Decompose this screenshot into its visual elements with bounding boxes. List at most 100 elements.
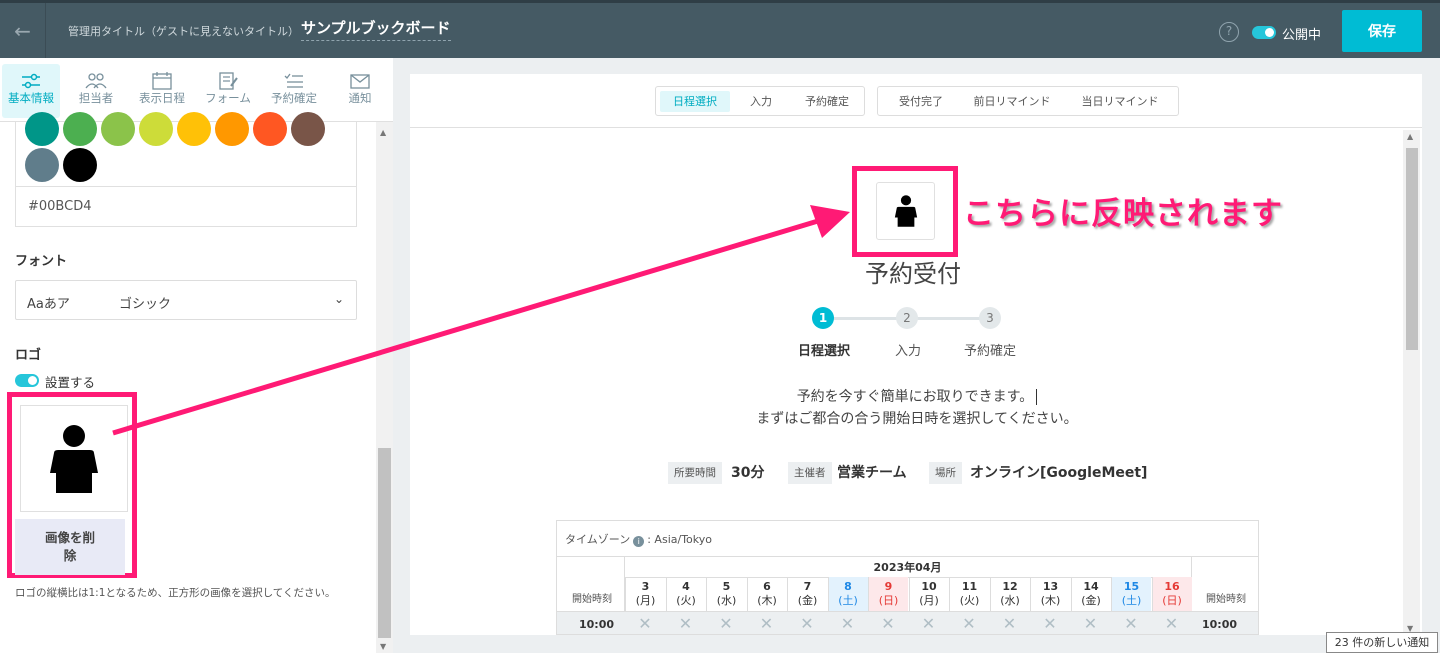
settings-panel: 基本情報 担当者 表示日程 フォーム 予約確定 通知 #00BCD4 フォント … xyxy=(0,58,393,653)
color-swatch[interactable] xyxy=(101,112,135,146)
color-swatch[interactable] xyxy=(25,112,59,146)
info-icon[interactable]: i xyxy=(633,536,645,547)
scroll-thumb[interactable] xyxy=(378,448,391,638)
color-swatch[interactable] xyxy=(291,112,325,146)
scroll-up-icon[interactable]: ▲ xyxy=(380,128,386,137)
color-swatch[interactable] xyxy=(215,112,249,146)
day-weekday: (水) xyxy=(1000,594,1020,607)
sliders-icon xyxy=(22,73,40,89)
preview-tab-input[interactable]: 入力 xyxy=(736,91,786,112)
day-weekday: (水) xyxy=(716,594,737,607)
day-weekday: (月) xyxy=(635,594,656,607)
preview-tab-date[interactable]: 日程選択 xyxy=(660,91,730,112)
day-number: 5 xyxy=(722,580,731,593)
slot-unavailable: ✕ xyxy=(759,614,774,633)
back-button[interactable]: ← xyxy=(0,3,46,58)
day-number: 14 xyxy=(1083,580,1099,593)
color-hex-input[interactable]: #00BCD4 xyxy=(16,186,356,226)
save-button[interactable]: 保存 xyxy=(1342,10,1422,52)
preview-tab-day-before[interactable]: 前日リマインド xyxy=(962,91,1062,112)
calendar-day: 5 (水) xyxy=(706,577,746,611)
calendar-day: 8 (土) xyxy=(827,577,868,611)
calendar-day: 6 (木) xyxy=(746,577,787,611)
message-line-2: まずはご都合の合う開始日時を選択してください。 xyxy=(756,411,1078,427)
slot-unavailable: ✕ xyxy=(881,614,895,633)
tab-form[interactable]: フォーム xyxy=(199,64,257,118)
notification-toast[interactable]: 23 件の新しい通知 xyxy=(1326,632,1438,653)
arrow-left-icon: ← xyxy=(14,18,31,43)
calendar-day: 3 (月) xyxy=(625,577,665,611)
calendar-day: 13 (木) xyxy=(1030,577,1070,611)
calendar-day: 14 (金) xyxy=(1070,577,1111,611)
color-swatch[interactable] xyxy=(253,112,287,146)
scroll-up-icon[interactable]: ▲ xyxy=(1407,132,1413,141)
preview-logo xyxy=(876,182,935,240)
tab-label: フォーム xyxy=(205,91,251,105)
help-icon[interactable]: ? xyxy=(1219,22,1239,42)
logo-toggle[interactable] xyxy=(15,374,39,387)
color-swatch[interactable] xyxy=(139,112,173,146)
delete-label-2: 除 xyxy=(63,548,77,563)
tab-notification[interactable]: 通知 xyxy=(331,64,389,118)
list-check-icon xyxy=(284,73,303,88)
calendar-day: 15 (土) xyxy=(1111,577,1151,611)
form-edit-icon xyxy=(219,72,238,90)
preview-scrollbar[interactable]: ▲ ▼ xyxy=(1403,130,1420,635)
tab-basic-info[interactable]: 基本情報 xyxy=(2,64,60,118)
delete-image-button[interactable]: 画像を削除 xyxy=(15,519,125,575)
publish-toggle[interactable] xyxy=(1252,26,1276,39)
scroll-thumb[interactable] xyxy=(1406,148,1418,350)
day-weekday: (日) xyxy=(1162,594,1182,607)
day-number: 16 xyxy=(1164,580,1180,593)
slot-unavailable: ✕ xyxy=(840,614,855,633)
step-group-booking: 日程選択 入力 予約確定 xyxy=(655,86,865,116)
preview-tab-confirm[interactable]: 予約確定 xyxy=(792,91,862,112)
annotation-text: こちらに反映されます xyxy=(963,196,1283,232)
slot-unavailable: ✕ xyxy=(962,614,976,633)
start-time-header: 開始時刻 xyxy=(572,594,612,605)
publish-label: 公開中 xyxy=(1282,28,1322,43)
step-dot-1: 1 xyxy=(812,307,834,329)
font-select[interactable]: Aaあア ゴシック ⌄ xyxy=(15,280,357,320)
color-swatch[interactable] xyxy=(177,112,211,146)
day-weekday: (土) xyxy=(838,594,858,607)
color-swatch[interactable] xyxy=(63,112,97,146)
preview-logo-highlight xyxy=(852,166,958,257)
scroll-down-icon[interactable]: ▼ xyxy=(380,642,386,651)
organizer-chip: 主催者 xyxy=(788,462,832,484)
app-header: ← 管理用タイトル（ゲストに見えないタイトル） サンプルブックボード ? 公開中… xyxy=(0,0,1440,58)
tab-schedule[interactable]: 表示日程 xyxy=(133,64,191,118)
logo-toggle-label: 設置する xyxy=(45,375,96,390)
booking-preview: 日程選択 入力 予約確定 受付完了 前日リマインド 当日リマインド こちらに反映… xyxy=(410,74,1422,635)
delete-label-1: 画像を削 xyxy=(44,530,95,545)
day-number: 15 xyxy=(1123,580,1140,593)
calendar-month: 2023年04月 xyxy=(873,561,942,574)
day-weekday: (火) xyxy=(959,594,980,607)
calendar-day: 7 (金) xyxy=(787,577,827,611)
day-weekday: (木) xyxy=(1040,594,1061,607)
tab-staff[interactable]: 担当者 xyxy=(67,64,125,118)
tab-confirmation[interactable]: 予約確定 xyxy=(265,64,323,118)
chevron-down-icon: ⌄ xyxy=(333,292,344,306)
time-label: 10:00 xyxy=(579,618,615,631)
mail-icon xyxy=(350,74,370,89)
duration-chip: 所要時間 xyxy=(668,462,722,484)
step-label-3: 予約確定 xyxy=(964,344,1017,359)
preview-tab-accepted[interactable]: 受付完了 xyxy=(886,91,956,112)
day-number: 3 xyxy=(641,580,650,593)
settings-scrollbar[interactable]: ▲ ▼ xyxy=(376,122,393,653)
color-swatch[interactable] xyxy=(63,148,97,182)
preview-tab-same-day[interactable]: 当日リマインド xyxy=(1070,91,1170,112)
day-weekday: (金) xyxy=(797,594,818,607)
location-chip: 場所 xyxy=(929,462,962,484)
day-number: 13 xyxy=(1042,580,1059,593)
people-icon xyxy=(85,73,107,89)
calendar-icon xyxy=(152,72,172,90)
calendar-day: 4 (火) xyxy=(665,577,706,611)
calendar-day: 16 (日) xyxy=(1151,577,1192,611)
day-number: 7 xyxy=(803,580,812,593)
tab-label: 予約確定 xyxy=(271,91,317,105)
color-swatch[interactable] xyxy=(25,148,59,182)
booking-board-title[interactable]: サンプルブックボード xyxy=(301,17,451,41)
organizer-value: 営業チーム xyxy=(837,465,907,481)
